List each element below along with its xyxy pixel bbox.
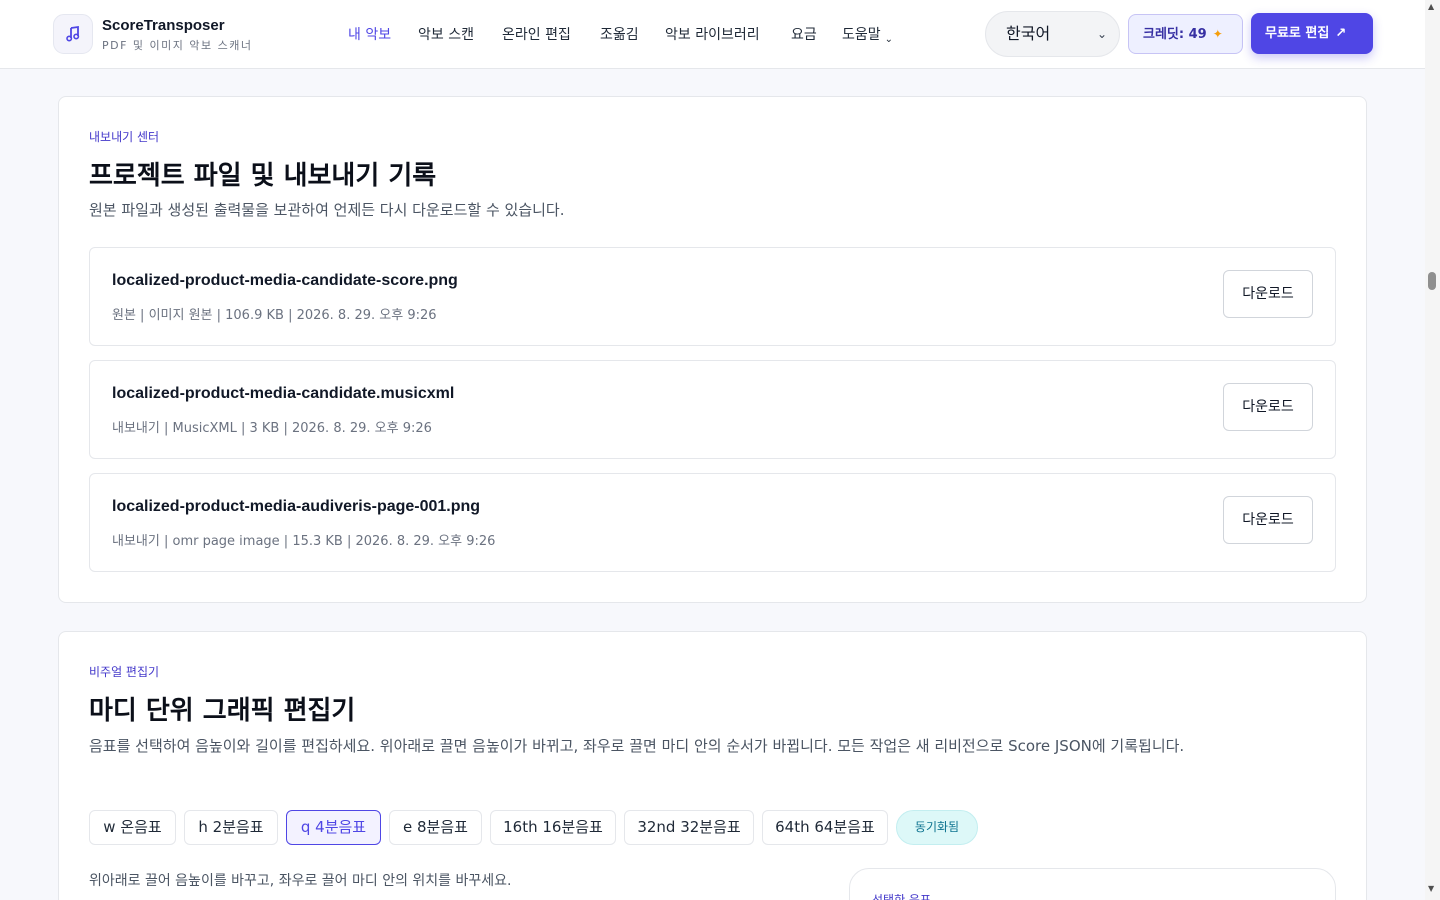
nav-online-edit[interactable]: 온라인 편집 <box>502 24 571 44</box>
nav-my-scores[interactable]: 내 악보 <box>348 24 391 44</box>
export-description: 원본 파일과 생성된 출력물을 보관하여 언제든 다시 다운로드할 수 있습니다… <box>89 201 565 219</box>
credits-label: 크레딧: 49 <box>1143 27 1207 42</box>
editor-title: 마디 단위 그래픽 편집기 <box>89 696 356 726</box>
file-row: localized-product-media-audiveris-page-0… <box>89 473 1336 572</box>
free-edit-label: 무료로 편집 <box>1265 26 1330 41</box>
file-meta: 내보내기 | MusicXML | 3 KB | 2026. 8. 29. 오후… <box>112 421 432 436</box>
scroll-up-icon[interactable]: ▲ <box>1428 2 1434 11</box>
file-name: localized-product-media-candidate.musicx… <box>112 385 455 402</box>
scroll-down-icon[interactable]: ▼ <box>1428 884 1434 893</box>
duration-eighth[interactable]: e 8분음표 <box>389 810 482 845</box>
scroll-thumb[interactable] <box>1428 272 1436 290</box>
brand-subtitle: PDF 및 이미지 악보 스캐너 <box>102 39 253 52</box>
file-row: localized-product-media-candidate-score.… <box>89 247 1336 346</box>
selected-note-label: 선택한 음표 <box>872 893 932 900</box>
sparkle-icon: ✦ <box>1212 27 1223 41</box>
duration-sixteenth[interactable]: 16th 16분음표 <box>490 810 616 845</box>
file-row: localized-product-media-candidate.musicx… <box>89 360 1336 459</box>
file-meta: 원본 | 이미지 원본 | 106.9 KB | 2026. 8. 29. 오후… <box>112 308 437 323</box>
download-button[interactable]: 다운로드 <box>1223 270 1313 318</box>
language-select[interactable]: 한국어 ⌄ <box>985 11 1120 57</box>
selected-note-panel: 선택한 음표 <box>849 868 1336 900</box>
file-name: localized-product-media-audiveris-page-0… <box>112 498 481 515</box>
nav-scan[interactable]: 악보 스캔 <box>418 24 474 44</box>
nav-transpose[interactable]: 조옮김 <box>600 24 639 44</box>
export-eyebrow: 내보내기 센터 <box>89 130 160 144</box>
duration-whole[interactable]: w 온음표 <box>89 810 176 845</box>
brand-name[interactable]: ScoreTransposer <box>102 17 225 34</box>
free-edit-button[interactable]: 무료로 편집 ↗ <box>1251 13 1373 54</box>
editor-eyebrow: 비주얼 편집기 <box>89 665 160 679</box>
sync-status-badge: 동기화됨 <box>896 810 978 845</box>
download-button[interactable]: 다운로드 <box>1223 383 1313 431</box>
duration-sixty-fourth[interactable]: 64th 64분음표 <box>762 810 888 845</box>
duration-quarter[interactable]: q 4분음표 <box>286 810 381 845</box>
music-note-icon <box>66 25 80 42</box>
nav-help-label: 도움말 <box>842 27 881 43</box>
download-button[interactable]: 다운로드 <box>1223 496 1313 544</box>
chevron-down-icon: ⌄ <box>884 34 894 45</box>
credits-badge[interactable]: 크레딧: 49 ✦ <box>1128 14 1243 54</box>
duration-half[interactable]: h 2분음표 <box>184 810 278 845</box>
editor-hint: 위아래로 끌어 음높이를 바꾸고, 좌우로 끌어 마디 안의 위치를 바꾸세요. <box>89 873 512 889</box>
file-name: localized-product-media-candidate-score.… <box>112 272 458 289</box>
duration-thirty-second[interactable]: 32nd 32분음표 <box>624 810 754 845</box>
external-arrow-icon: ↗ <box>1335 26 1347 41</box>
export-center-card: 내보내기 센터 프로젝트 파일 및 내보내기 기록 원본 파일과 생성된 출력물… <box>58 96 1367 603</box>
page-scrollbar[interactable]: ▲ ▼ <box>1425 0 1440 900</box>
editor-description: 음표를 선택하여 음높이와 길이를 편집하세요. 위아래로 끌면 음높이가 바뀌… <box>89 737 1185 755</box>
top-header: ScoreTransposer PDF 및 이미지 악보 스캐너 내 악보 악보… <box>0 0 1425 69</box>
visual-editor-card: 비주얼 편집기 마디 단위 그래픽 편집기 음표를 선택하여 음높이와 길이를 … <box>58 631 1367 900</box>
chevron-down-icon: ⌄ <box>1096 27 1107 41</box>
nav-library[interactable]: 악보 라이브러리 <box>665 24 760 44</box>
nav-pricing[interactable]: 요금 <box>791 24 817 44</box>
language-value: 한국어 <box>1006 24 1051 43</box>
brand-logo[interactable] <box>53 14 93 54</box>
nav-help[interactable]: 도움말 ⌄ <box>842 24 893 45</box>
export-title: 프로젝트 파일 및 내보내기 기록 <box>89 161 437 191</box>
file-meta: 내보내기 | omr page image | 15.3 KB | 2026. … <box>112 534 496 549</box>
